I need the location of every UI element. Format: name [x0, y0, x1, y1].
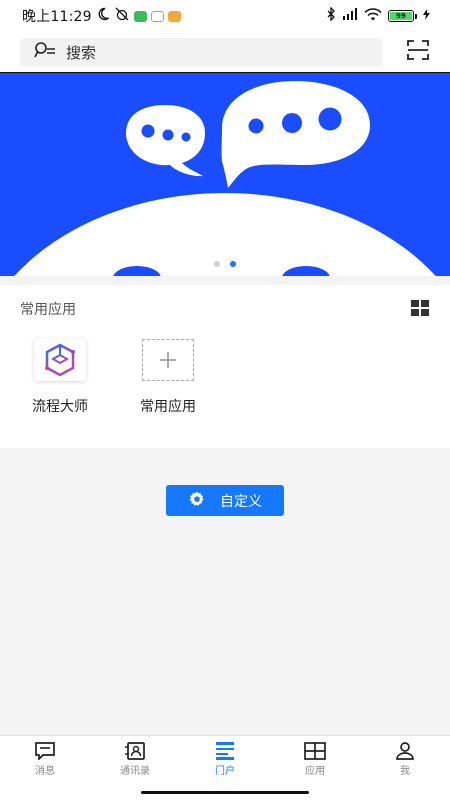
battery-body: 99 [388, 10, 414, 22]
common-apps-section: 常用应用 流程大师 常用应用 [0, 285, 450, 448]
app-item-process-master[interactable]: 流程大师 [15, 339, 105, 416]
battery-level: 99 [390, 12, 412, 20]
nav-label: 门户 [215, 765, 235, 777]
search-header: 搜索 [0, 32, 450, 72]
nav-item-me[interactable]: 我 [360, 736, 450, 780]
bluetooth-icon [326, 6, 336, 25]
person-icon [394, 741, 416, 760]
home-indicator[interactable] [141, 791, 309, 794]
customize-label: 自定义 [220, 493, 262, 510]
wechat-notification-icon [133, 10, 147, 22]
carousel-indicator [0, 261, 450, 267]
app-label: 常用应用 [140, 399, 196, 415]
search-icon [34, 41, 56, 63]
gear-icon [188, 490, 206, 512]
moon-icon [96, 7, 110, 25]
nav-label: 应用 [305, 765, 325, 777]
banner-carousel[interactable] [0, 72, 450, 276]
app-notification-icon [150, 10, 164, 22]
apps-grid-icon [304, 741, 326, 760]
add-icon [142, 339, 194, 381]
app-item-add-common[interactable]: 常用应用 [123, 339, 213, 416]
charging-icon [423, 8, 430, 24]
search-input[interactable]: 搜索 [20, 38, 382, 66]
nav-label: 消息 [35, 765, 55, 777]
nav-label: 我 [400, 765, 410, 777]
contacts-icon [124, 741, 146, 760]
status-left: 晚上11:29 [22, 6, 181, 26]
customize-button[interactable]: 自定义 [166, 485, 284, 516]
status-right: 99 [326, 6, 430, 25]
grid-view-icon[interactable] [411, 300, 429, 316]
carousel-dot-1[interactable] [214, 261, 220, 267]
wifi-icon [364, 7, 382, 25]
status-time: 晚上11:29 [22, 9, 92, 25]
nav-label: 通讯录 [120, 765, 150, 777]
search-placeholder: 搜索 [66, 43, 97, 62]
alarm-off-icon [114, 7, 130, 25]
message-icon [34, 741, 56, 760]
status-bar: 晚上11:29 99 [0, 0, 450, 32]
scan-button[interactable] [406, 40, 430, 64]
message-notification-icon [167, 10, 181, 22]
app-label: 流程大师 [32, 399, 88, 415]
gesture-area [0, 780, 450, 800]
nav-item-contacts[interactable]: 通讯录 [90, 736, 180, 780]
scan-icon [407, 40, 429, 64]
nav-item-apps[interactable]: 应用 [270, 736, 360, 780]
process-master-logo-icon [34, 339, 86, 381]
carousel-dot-2[interactable] [230, 261, 236, 267]
banner-illustration [0, 73, 450, 276]
nav-item-portal[interactable]: 门户 [180, 736, 270, 780]
battery-icon: 99 [388, 10, 417, 22]
bottom-nav: 消息 通讯录 门户 应用 我 [0, 735, 450, 780]
portal-icon [214, 741, 236, 760]
cell-signal-icon [342, 8, 358, 24]
section-title: 常用应用 [20, 302, 76, 318]
nav-item-messages[interactable]: 消息 [0, 736, 90, 780]
